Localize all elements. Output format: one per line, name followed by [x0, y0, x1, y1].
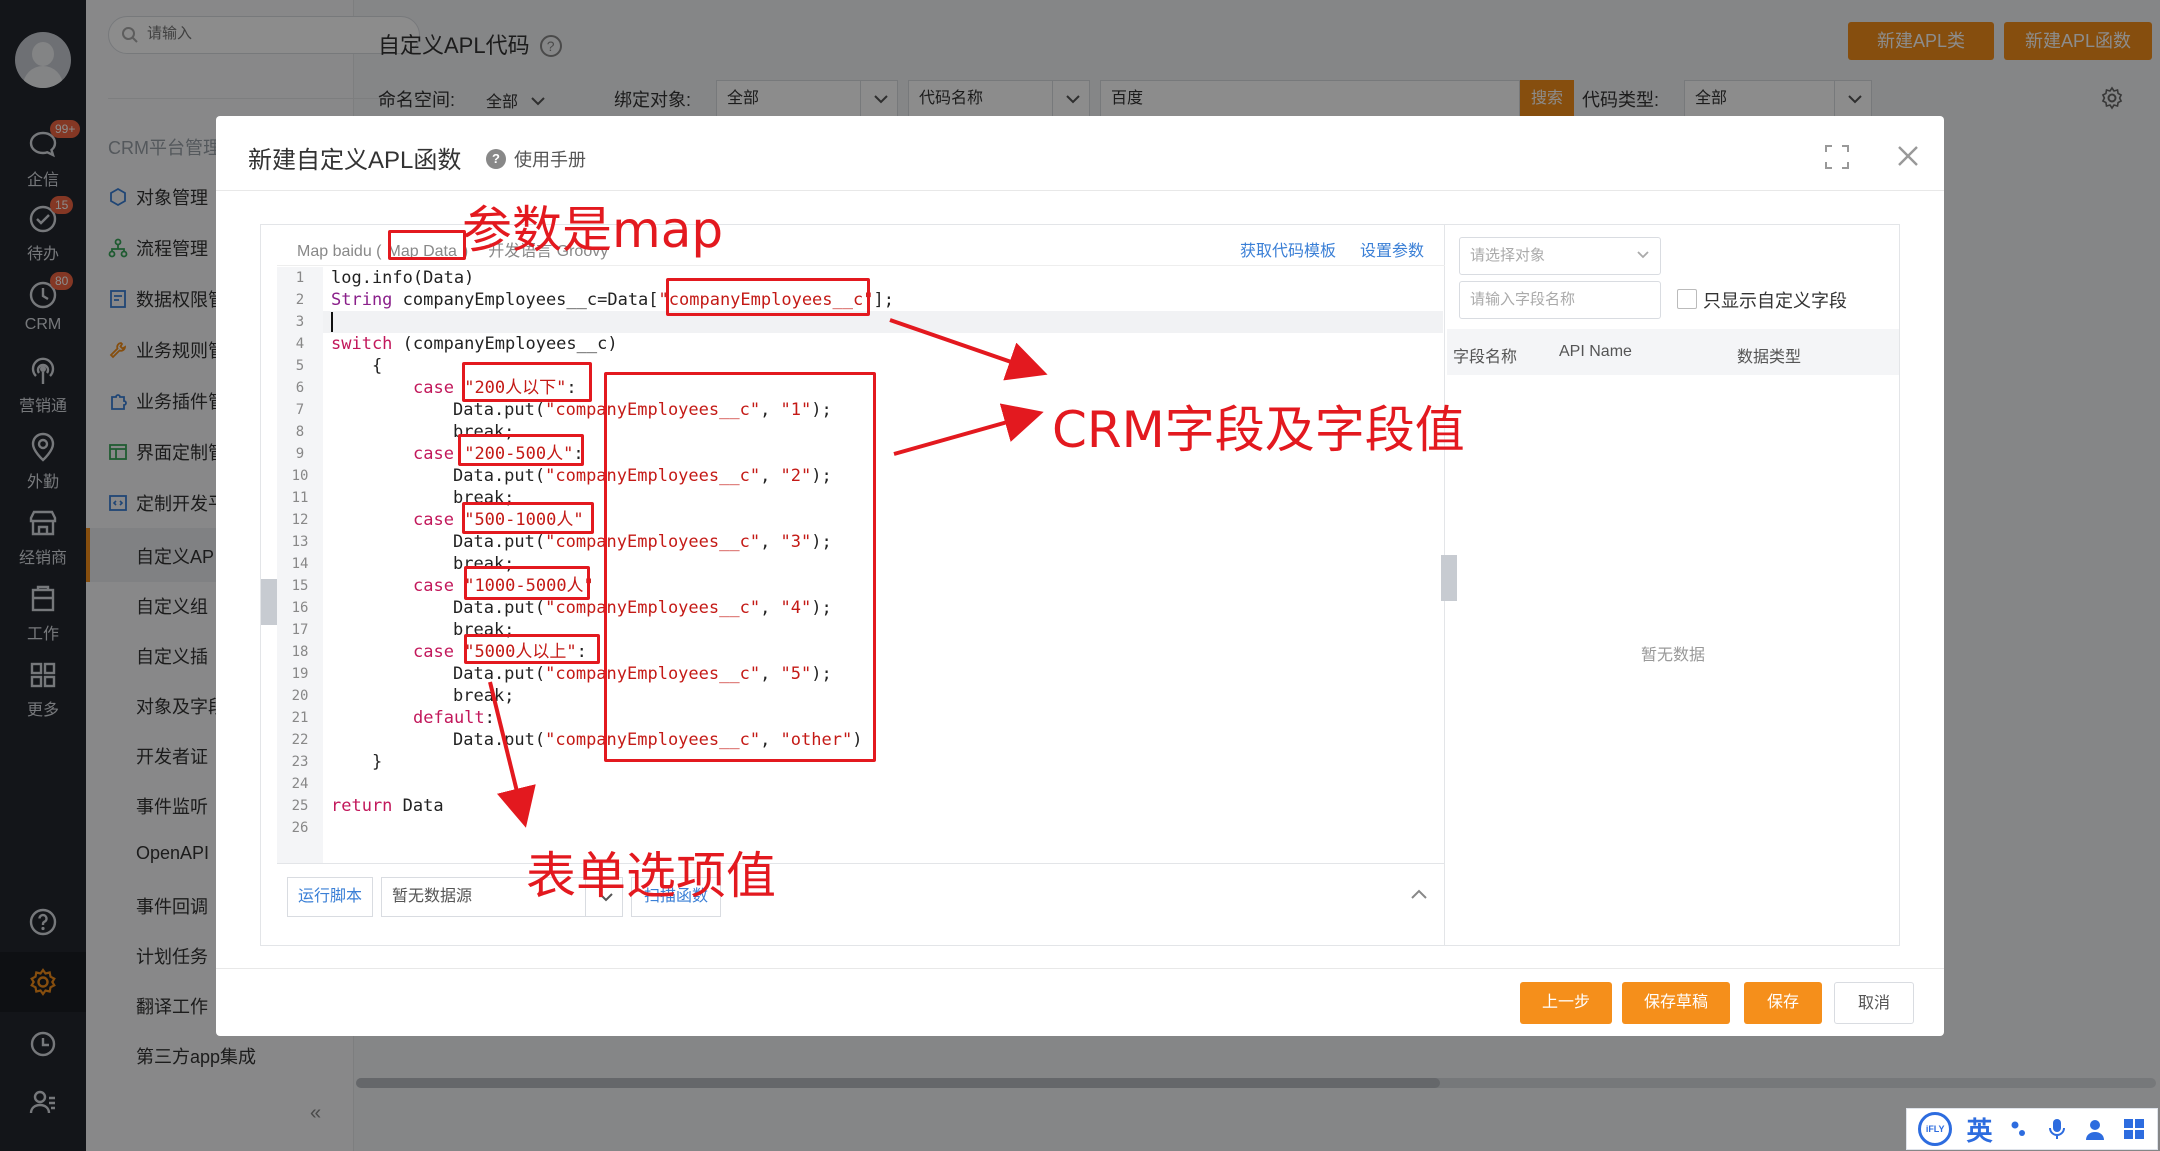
- code-line: log.info(Data): [331, 268, 475, 288]
- line-number: 2: [295, 292, 305, 308]
- field-panel: 请选择对象 请输入字段名称 只显示自定义字段 字段名称 API Name 数据类…: [1447, 225, 1899, 945]
- language-toggle[interactable]: 英: [1966, 1111, 1992, 1148]
- annotation-box-case-5: [464, 634, 600, 664]
- col-api-name: API Name: [1559, 343, 1632, 360]
- line-number: 9: [295, 446, 305, 462]
- empty-state: 暂无数据: [1641, 647, 1706, 664]
- line-number: 15: [291, 578, 309, 594]
- col-data-type: 数据类型: [1737, 349, 1802, 366]
- line-number: 17: [291, 622, 309, 638]
- line-number: 23: [291, 754, 309, 770]
- annotation-box-case-4: [464, 566, 590, 600]
- code-line: default:: [413, 708, 495, 728]
- annotation-box-case-2: [458, 434, 584, 466]
- line-number: 26: [291, 820, 309, 836]
- editor-divider: [277, 265, 1445, 266]
- line-number: 11: [291, 490, 309, 506]
- ifly-logo[interactable]: iFLY: [1918, 1112, 1953, 1146]
- ime-toolbar: iFLY 英: [1906, 1108, 2158, 1150]
- field-table-header: 字段名称 API Name 数据类型: [1447, 329, 1899, 375]
- annotation-params-map: 参数是map: [462, 201, 724, 259]
- chevron-down-icon: [1637, 251, 1649, 259]
- code-line: switch (companyEmployees__c): [331, 334, 618, 354]
- user-manual-link[interactable]: ? 使用手册: [486, 146, 586, 172]
- annotation-box-field-key: [666, 278, 870, 316]
- object-select[interactable]: 请选择对象: [1459, 237, 1661, 275]
- code-editor[interactable]: log.info(Data) String companyEmployees__…: [323, 267, 1443, 863]
- line-number: 6: [295, 380, 305, 396]
- microphone-icon[interactable]: [2045, 1117, 2069, 1141]
- fullscreen-icon[interactable]: [1824, 144, 1850, 170]
- line-number: 5: [295, 358, 305, 374]
- line-number: 7: [295, 402, 305, 418]
- modal-title: 新建自定义APL函数: [248, 147, 462, 174]
- only-custom-checkbox[interactable]: [1677, 289, 1697, 309]
- field-name-input[interactable]: 请输入字段名称: [1459, 281, 1661, 319]
- prev-step-button[interactable]: 上一步: [1520, 982, 1612, 1024]
- run-script-button[interactable]: 运行脚本: [287, 877, 373, 917]
- cancel-button[interactable]: 取消: [1834, 982, 1914, 1024]
- line-number: 4: [295, 336, 305, 352]
- collapse-left-handle[interactable]: [261, 579, 277, 625]
- line-number: 16: [291, 600, 309, 616]
- user-icon[interactable]: [2083, 1117, 2107, 1141]
- annotation-box-case-1: [462, 362, 592, 402]
- close-icon[interactable]: [1894, 142, 1922, 170]
- annotation-form-options: 表单选项值: [526, 847, 776, 905]
- code-line: {: [331, 356, 383, 376]
- line-number: 22: [291, 732, 309, 748]
- save-draft-button[interactable]: 保存草稿: [1622, 982, 1730, 1024]
- chevron-up-icon[interactable]: [1409, 887, 1429, 901]
- col-field-name: 字段名称: [1453, 349, 1518, 366]
- get-template-link[interactable]: 获取代码模板: [1240, 243, 1336, 260]
- code-line: return Data: [331, 796, 444, 816]
- only-custom-label: 只显示自定义字段: [1703, 291, 1847, 311]
- line-number: 1: [295, 270, 305, 286]
- line-number: 3: [295, 314, 305, 330]
- editor-links: 获取代码模板 设置参数: [1216, 237, 1424, 261]
- code-line: break;: [453, 686, 515, 706]
- line-number: 8: [295, 424, 305, 440]
- set-params-link[interactable]: 设置参数: [1360, 243, 1424, 260]
- annotation-box-crm-values: [604, 372, 876, 762]
- question-icon: ?: [486, 149, 506, 169]
- line-number: 21: [291, 710, 309, 726]
- punctuation-icon[interactable]: [2007, 1117, 2031, 1141]
- line-number: 24: [291, 776, 309, 792]
- annotation-box-case-3: [462, 502, 594, 534]
- apps-grid-icon[interactable]: [2122, 1117, 2146, 1141]
- annotation-crm-fields: CRM字段及字段值: [1052, 401, 1465, 459]
- line-number-gutter: 1 2 3 4 5 6 7 8 9 10 11 12 13 14 15 16 1…: [277, 267, 323, 863]
- line-number: 25: [291, 798, 309, 814]
- editor-bottom-divider: [277, 863, 1445, 864]
- line-number: 13: [291, 534, 309, 550]
- line-number: 20: [291, 688, 309, 704]
- annotation-box-map-data: [388, 230, 466, 260]
- line-number: 18: [291, 644, 309, 660]
- save-button[interactable]: 保存: [1744, 982, 1822, 1024]
- modal-footer-divider: [216, 968, 1944, 969]
- code-line: }: [331, 752, 383, 772]
- line-number: 19: [291, 666, 309, 682]
- line-number: 12: [291, 512, 309, 528]
- line-number: 10: [291, 468, 309, 484]
- line-number: 14: [291, 556, 309, 572]
